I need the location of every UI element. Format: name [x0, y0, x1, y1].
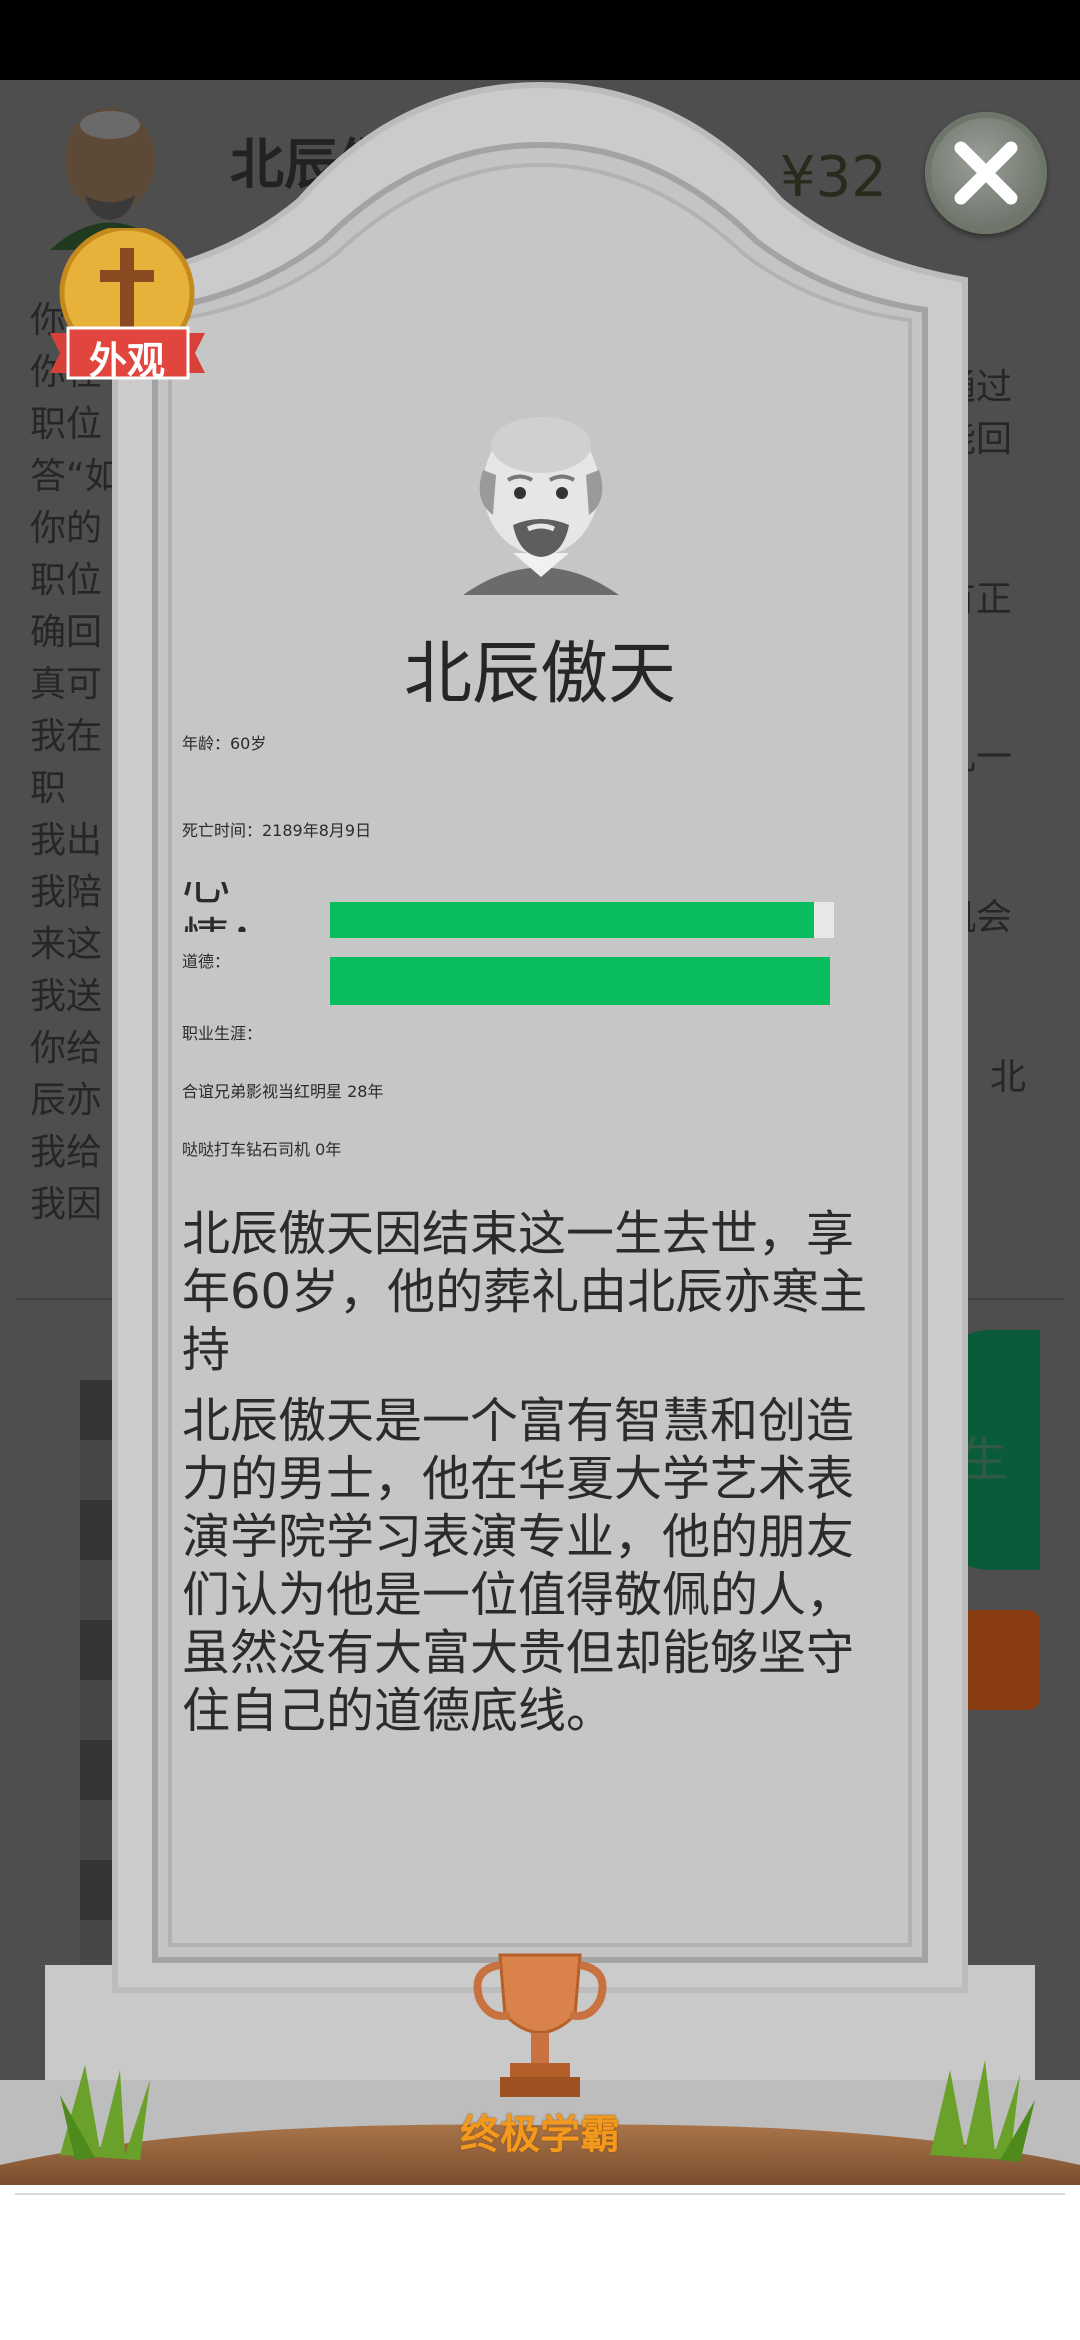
close-icon	[954, 141, 1018, 205]
career-item: 哒哒打车钻石司机 0年	[182, 1140, 342, 1159]
death-time-text: 死亡时间：2189年8月9日	[182, 821, 372, 840]
appearance-label[interactable]: 外观	[62, 330, 192, 385]
career-label: 职业生涯：	[182, 1024, 263, 1043]
age-text: 年龄：60岁	[182, 734, 267, 753]
death-summary: 北辰傲天因结束这一生去世，享年60岁，他的葬礼由北辰亦寒主持	[182, 1206, 868, 1378]
mood-bar	[330, 902, 814, 938]
trophy-icon	[473, 1953, 607, 2097]
close-button[interactable]	[925, 112, 1047, 234]
deceased-avatar	[463, 417, 619, 595]
mood-label: 心情：	[182, 882, 278, 932]
mood-label-wrap: 心情：	[182, 882, 322, 932]
morality-bar	[330, 957, 830, 1005]
epitaph-text: 北辰傲天是一个富有智慧和创造力的男士，他在华夏大学艺术表演学院学习表演专业，他的…	[182, 1393, 855, 1739]
bottom-divider	[15, 2193, 1065, 2195]
deceased-name: 北辰傲天	[403, 635, 676, 714]
career-item: 合谊兄弟影视当红明星 28年	[182, 1082, 384, 1101]
achievement-title: 终极学霸	[460, 2112, 620, 2158]
tombstone	[0, 81, 1080, 2185]
morality-label: 道德：	[182, 952, 231, 971]
status-bar	[0, 0, 1080, 80]
